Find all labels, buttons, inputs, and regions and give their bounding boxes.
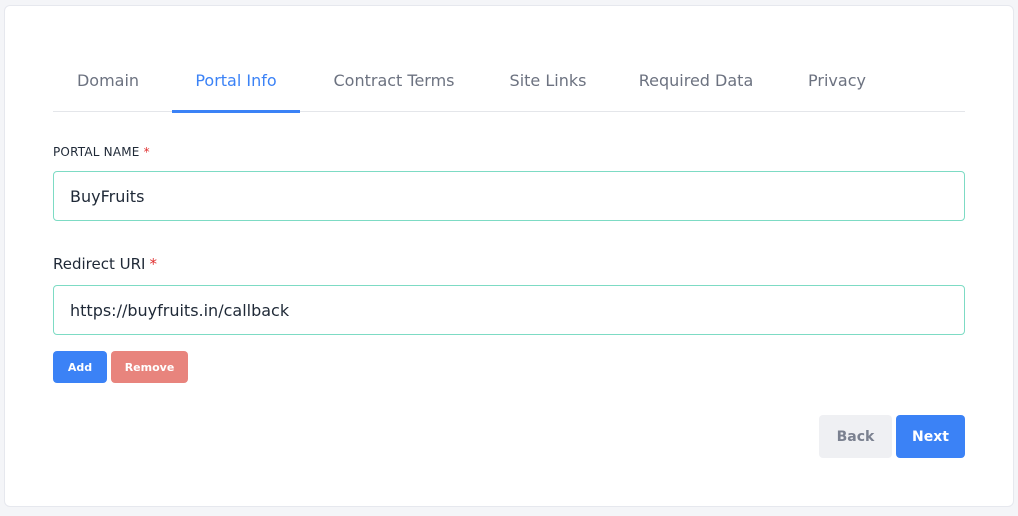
remove-uri-button[interactable]: Remove <box>111 351 188 383</box>
tab-required-data[interactable]: Required Data <box>625 58 767 112</box>
portal-name-label-text: PORTAL NAME <box>53 145 140 159</box>
redirect-uri-input[interactable] <box>53 285 965 335</box>
required-marker: * <box>143 145 150 159</box>
portal-name-input[interactable] <box>53 171 965 221</box>
redirect-uri-label-text: Redirect URI <box>53 255 146 273</box>
back-button[interactable]: Back <box>819 415 892 458</box>
tab-privacy[interactable]: Privacy <box>787 58 887 112</box>
required-marker: * <box>149 255 157 273</box>
redirect-uri-label: Redirect URI * <box>53 255 157 273</box>
tab-portal-info[interactable]: Portal Info <box>172 58 300 113</box>
tab-contract-terms[interactable]: Contract Terms <box>314 58 474 112</box>
tab-bar: Domain Portal Info Contract Terms Site L… <box>53 58 965 113</box>
tab-site-links[interactable]: Site Links <box>493 58 603 112</box>
add-uri-button[interactable]: Add <box>53 351 107 383</box>
next-button[interactable]: Next <box>896 415 965 458</box>
portal-name-label: PORTAL NAME * <box>53 145 150 159</box>
tab-domain[interactable]: Domain <box>53 58 163 112</box>
